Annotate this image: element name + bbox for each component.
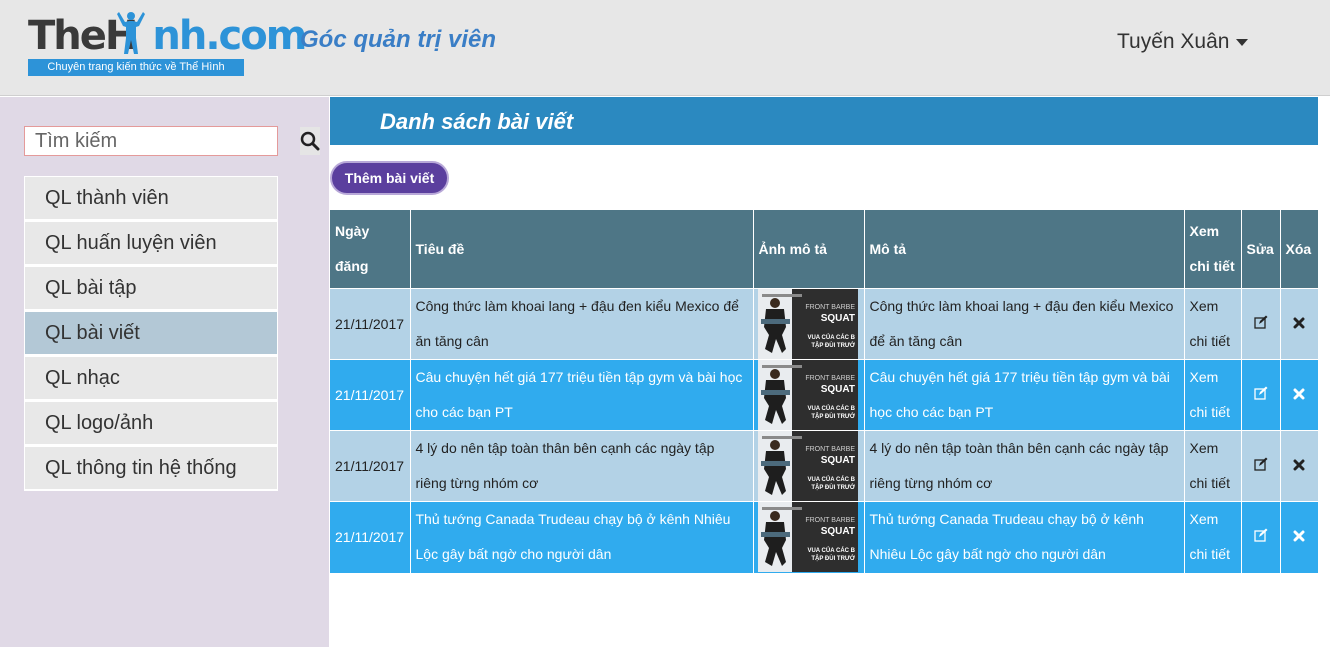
cell-title: Công thức làm khoai lang + đậu đen kiểu … xyxy=(410,288,754,360)
sidebar-item-music[interactable]: QL nhạc xyxy=(24,356,278,401)
thumbnail-text: FRONT BARBE xyxy=(805,375,855,382)
view-details-link[interactable]: Xem chi tiết xyxy=(1184,430,1242,502)
post-thumbnail[interactable]: FRONT BARBE SQUAT VUA CỦA CÁC B TẬP ĐÙI … xyxy=(757,289,858,359)
thumbnail-text: TẬP ĐÙI TRƯỚ xyxy=(811,341,856,349)
cell-title: Thủ tướng Canada Trudeau chạy bộ ở kênh … xyxy=(410,501,754,573)
view-details-link[interactable]: Xem chi tiết xyxy=(1184,359,1242,431)
admin-title: Góc quản trị viên xyxy=(300,26,497,53)
close-icon xyxy=(1293,459,1305,470)
search-button[interactable] xyxy=(300,127,320,155)
thumbnail-text: FRONT BARBE xyxy=(805,304,855,311)
col-header-description: Mô tả xyxy=(864,210,1185,289)
sidebar-item-members[interactable]: QL thành viên xyxy=(24,176,278,221)
edit-button[interactable] xyxy=(1241,430,1281,502)
close-icon xyxy=(1293,388,1305,399)
post-thumbnail[interactable]: FRONT BARBE SQUAT VUA CỦA CÁC B TẬP ĐÙI … xyxy=(757,431,858,501)
cell-description: Thủ tướng Canada Trudeau chạy bộ ở kênh … xyxy=(864,501,1185,573)
cell-description: Công thức làm khoai lang + đậu đen kiểu … xyxy=(864,288,1185,360)
search-box xyxy=(24,126,320,156)
thumbnail-text: FRONT BARBE xyxy=(805,517,855,524)
logo-text-part2: nh.com xyxy=(152,13,307,59)
edit-button[interactable] xyxy=(1241,501,1281,573)
col-header-edit: Sửa xyxy=(1241,210,1281,289)
close-icon xyxy=(1293,530,1305,542)
col-header-delete: Xóa xyxy=(1280,210,1319,289)
thumbnail-text: SQUAT xyxy=(820,526,854,537)
cell-image: FRONT BARBE SQUAT VUA CỦA CÁC B TẬP ĐÙI … xyxy=(753,501,865,573)
page-title-bar: Danh sách bài viết xyxy=(330,97,1318,145)
page-title: Danh sách bài viết xyxy=(380,109,574,134)
thumbnail-text: TẬP ĐÙI TRƯỚ xyxy=(811,483,856,491)
table-row: 21/11/2017 Câu chuyện hết giá 177 triệu … xyxy=(330,359,1319,431)
posts-table: Ngày đăng Tiêu đề Ảnh mô tả Mô tả Xem ch… xyxy=(330,210,1319,573)
logo-wordmark: TheH nh.com xyxy=(28,13,307,59)
cell-image: FRONT BARBE SQUAT VUA CỦA CÁC B TẬP ĐÙI … xyxy=(753,288,865,360)
site-logo[interactable]: TheH nh.com Chuyên trang kiến thức về Thể… xyxy=(28,8,307,76)
logo-tagline: Chuyên trang kiến thức về Thể Hình xyxy=(28,59,244,76)
cell-description: Câu chuyện hết giá 177 triệu tiền tập gy… xyxy=(864,359,1185,431)
user-menu-dropdown[interactable]: Tuyến Xuân xyxy=(1117,30,1249,54)
cell-date: 21/11/2017 xyxy=(330,430,411,502)
cell-date: 21/11/2017 xyxy=(330,359,411,431)
cell-image: FRONT BARBE SQUAT VUA CỦA CÁC B TẬP ĐÙI … xyxy=(753,359,865,431)
edit-icon xyxy=(1253,386,1267,400)
header: TheH nh.com Chuyên trang kiến thức về Thể… xyxy=(0,0,1330,96)
table-row: 21/11/2017 4 lý do nên tập toàn thân bên… xyxy=(330,430,1319,502)
view-details-link[interactable]: Xem chi tiết xyxy=(1184,288,1242,360)
bodybuilder-icon xyxy=(117,12,145,54)
cell-title: 4 lý do nên tập toàn thân bên cạnh các n… xyxy=(410,430,754,502)
thumbnail-text: VUA CỦA CÁC B xyxy=(807,476,855,483)
thumbnail-text: VUA CỦA CÁC B xyxy=(807,547,855,554)
search-input[interactable] xyxy=(25,127,300,155)
cell-title: Câu chuyện hết giá 177 triệu tiền tập gy… xyxy=(410,359,754,431)
cell-description: 4 lý do nên tập toàn thân bên cạnh các n… xyxy=(864,430,1185,502)
thumbnail-text: SQUAT xyxy=(820,455,854,466)
close-icon xyxy=(1293,317,1305,328)
sidebar-item-trainers[interactable]: QL huấn luyện viên xyxy=(24,221,278,266)
sidebar-item-posts[interactable]: QL bài viết xyxy=(24,311,278,356)
post-thumbnail[interactable]: FRONT BARBE SQUAT VUA CỦA CÁC B TẬP ĐÙI … xyxy=(757,360,858,430)
edit-icon xyxy=(1253,315,1267,329)
table-row: 21/11/2017 Thủ tướng Canada Trudeau chạy… xyxy=(330,501,1319,573)
sidebar-item-system-info[interactable]: QL thông tin hệ thống xyxy=(24,446,278,491)
thumbnail-text: TẬP ĐÙI TRƯỚ xyxy=(811,554,856,562)
edit-icon xyxy=(1253,528,1267,542)
search-icon xyxy=(300,131,320,151)
table-row: 21/11/2017 Công thức làm khoai lang + đậ… xyxy=(330,288,1319,360)
delete-button[interactable] xyxy=(1280,430,1319,502)
sidebar-item-logo-images[interactable]: QL logo/ảnh xyxy=(24,401,278,446)
user-name: Tuyến Xuân xyxy=(1117,30,1230,53)
thumbnail-text: SQUAT xyxy=(820,384,854,395)
col-header-date: Ngày đăng xyxy=(330,210,411,289)
delete-button[interactable] xyxy=(1280,501,1319,573)
post-thumbnail[interactable]: FRONT BARBE SQUAT VUA CỦA CÁC B TẬP ĐÙI … xyxy=(757,502,858,573)
cell-date: 21/11/2017 xyxy=(330,288,411,360)
caret-down-icon xyxy=(1236,38,1249,46)
thumbnail-text: FRONT BARBE xyxy=(805,446,855,453)
sidebar-item-exercises[interactable]: QL bài tập xyxy=(24,266,278,311)
sidebar-nav: QL thành viên QL huấn luyện viên QL bài … xyxy=(24,176,278,491)
thumbnail-text: TẬP ĐÙI TRƯỚ xyxy=(811,412,856,420)
thumbnail-text: VUA CỦA CÁC B xyxy=(807,334,855,341)
col-header-title: Tiêu đề xyxy=(410,210,754,289)
col-header-details: Xem chi tiết xyxy=(1184,210,1242,289)
col-header-image: Ảnh mô tả xyxy=(753,210,865,289)
edit-button[interactable] xyxy=(1241,359,1281,431)
add-post-button[interactable]: Thêm bài viết xyxy=(330,161,449,195)
thumbnail-text: VUA CỦA CÁC B xyxy=(807,405,855,412)
cell-image: FRONT BARBE SQUAT VUA CỦA CÁC B TẬP ĐÙI … xyxy=(753,430,865,502)
delete-button[interactable] xyxy=(1280,288,1319,360)
table-header-row: Ngày đăng Tiêu đề Ảnh mô tả Mô tả Xem ch… xyxy=(330,210,1319,289)
view-details-link[interactable]: Xem chi tiết xyxy=(1184,501,1242,573)
edit-icon xyxy=(1253,457,1267,471)
edit-button[interactable] xyxy=(1241,288,1281,360)
delete-button[interactable] xyxy=(1280,359,1319,431)
sidebar: QL thành viên QL huấn luyện viên QL bài … xyxy=(0,97,329,647)
cell-date: 21/11/2017 xyxy=(330,501,411,573)
thumbnail-text: SQUAT xyxy=(820,313,854,324)
